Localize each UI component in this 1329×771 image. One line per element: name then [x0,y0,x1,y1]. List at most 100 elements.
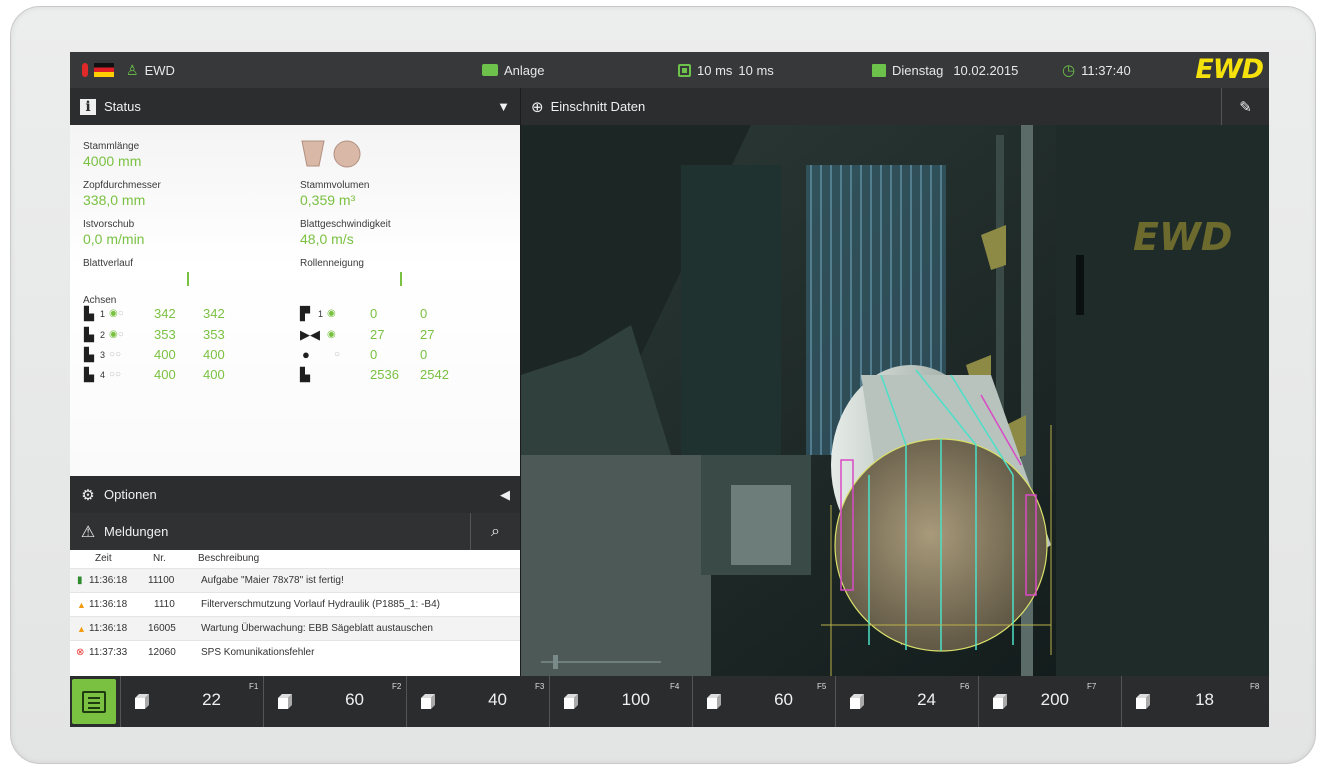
cycle-area: 10 ms 10 ms [678,52,774,88]
fkey-label: F5 [817,682,827,691]
table-row[interactable]: ▲ 11:36:18 16005 Wartung Überwachung: EB… [70,616,520,640]
edit-button[interactable]: ✎ [1221,88,1269,125]
alarm-light-icon [82,63,88,77]
fkey-value: 18 [1195,690,1214,709]
fkey-value: 40 [488,690,507,709]
date: 10.02.2015 [953,62,1019,78]
board-icon [993,694,1007,709]
col-zeit: Zeit [95,553,112,564]
rollen-indicator [400,272,402,286]
fkey-value: 60 [774,690,793,709]
status-title: Status [104,99,141,114]
ewd-logo: EWD [1195,54,1264,85]
axis-status-dots: ○○ [109,349,122,360]
cycle-time-2: 10 ms [738,62,774,78]
search-icon: ⌕ [491,522,500,540]
axis-status-dots: ◉○ [109,308,124,319]
warning-status-icon: ▲ [77,600,86,610]
ist-label: Istvorschub [83,219,135,230]
axis-number: 1 [100,309,106,319]
error-status-icon: ⊗ [76,647,85,658]
axis-value-b: 400 [203,367,225,382]
fkey-value: 24 [917,690,936,709]
axis-value-b: 2542 [420,367,449,382]
board-icon [278,694,292,709]
meldungen-title: Meldungen [104,524,169,539]
row-nr: 1110 [154,599,175,610]
info-status-icon: ▮ [77,575,83,586]
board-icon [850,694,864,709]
row-zeit: 11:37:33 [89,647,128,658]
camera-view: EWD [521,125,1269,676]
zopf-value: 338,0 mm [83,192,146,208]
fkey-f8[interactable]: 18 F8 [1121,676,1269,727]
fkey-f6[interactable]: 24 F6 [835,676,978,727]
status-header[interactable]: i Status ▼ [70,88,520,125]
fkey-label: F7 [1087,682,1097,691]
german-flag-icon[interactable] [94,63,114,77]
board-icon [135,694,149,709]
stammlaenge-label: Stammlänge [83,141,140,152]
fkey-f5[interactable]: 60 F5 [692,676,835,727]
log-shape-icon [301,140,361,168]
optionen-title: Optionen [104,487,157,502]
stammvol-value: 0,359 m³ [300,192,356,208]
axis-status-dots: ○○ [109,369,122,380]
info-icon: i [80,98,96,115]
ist-value: 0,0 m/min [83,231,145,247]
board-icon [421,694,435,709]
fkey-f4[interactable]: 100 F4 [549,676,692,727]
messages-table: Zeit Nr. Beschreibung ▮ 11:36:18 11100 A… [70,550,520,676]
user-icon: ♙ [126,61,139,78]
axis-status-dots: ◉○ [109,329,124,340]
axis-value-b: 0 [420,347,428,362]
table-row[interactable]: ▮ 11:36:18 11100 Aufgabe "Maier 78x78" i… [70,568,520,592]
roller-icon: ● [302,347,310,362]
axis-value-b: 342 [203,306,225,321]
hmi-screen: ♙ EWD Anlage 10 ms 10 ms Dienstag 10.02.… [70,52,1269,727]
weekday: Dienstag [892,62,944,78]
fkey-label: F6 [960,682,970,691]
table-row[interactable]: ⊗ 11:37:33 12060 SPS Komunikationsfehler [70,640,520,664]
search-button[interactable]: ⌕ [470,513,520,550]
fkey-label: F1 [249,682,259,691]
axis-value-b: 27 [420,327,435,342]
rollen-label: Rollenneigung [300,258,364,269]
axis-value-a: 2536 [370,367,399,382]
user-area: ♙ EWD [82,52,175,88]
fkey-f1[interactable]: 22 F1 [120,676,263,727]
blattverlauf-label: Blattverlauf [83,258,134,269]
fkey-f7[interactable]: 200 F7 [978,676,1121,727]
warning-status-icon: ▲ [77,624,86,634]
optionen-header[interactable]: ⚙ Optionen ◀ [70,476,520,513]
expand-left-icon[interactable]: ◀ [500,487,510,503]
stammlaenge-value: 4000 mm [83,153,142,169]
axis-number: 3 [100,350,106,360]
table-header: Zeit Nr. Beschreibung [70,550,520,568]
plant-area[interactable]: Anlage [482,52,544,88]
fkey-f3[interactable]: 40 F3 [406,676,549,727]
menu-button[interactable] [72,679,116,724]
axis-value-b: 400 [203,347,225,362]
col-beschreibung: Beschreibung [198,553,260,564]
fkey-value: 60 [345,690,364,709]
fkey-value: 100 [621,690,650,709]
fkey-f2[interactable]: 60 F2 [263,676,406,727]
axis-status-dots: ◉ [327,329,336,340]
right-panel: ⊕ Einschnitt Daten ✎ EWD [521,88,1269,676]
table-row[interactable]: ▲ 11:36:18 1110 Filterverschmutzung Vorl… [70,592,520,616]
row-nr: 12060 [148,647,176,658]
warning-icon: ⚠ [80,523,96,541]
axis-bracket-icon: ▙ [84,306,94,321]
row-text: Wartung Überwachung: EBB Sägeblatt austa… [201,623,433,634]
time-area: ◷ 11:37:40 [1062,52,1131,88]
row-text: Aufgabe "Maier 78x78" ist fertig! [201,575,344,586]
axis-number: 1 [318,309,324,319]
axis-value-a: 342 [154,306,176,321]
machine-logo: EWD [1133,215,1232,259]
pusher-icon: ▙ [300,367,310,382]
pincer-icon: ▶◀ [300,327,320,342]
collapse-down-icon[interactable]: ▼ [497,99,510,114]
row-nr: 16005 [148,623,176,634]
row-text: SPS Komunikationsfehler [201,647,315,658]
